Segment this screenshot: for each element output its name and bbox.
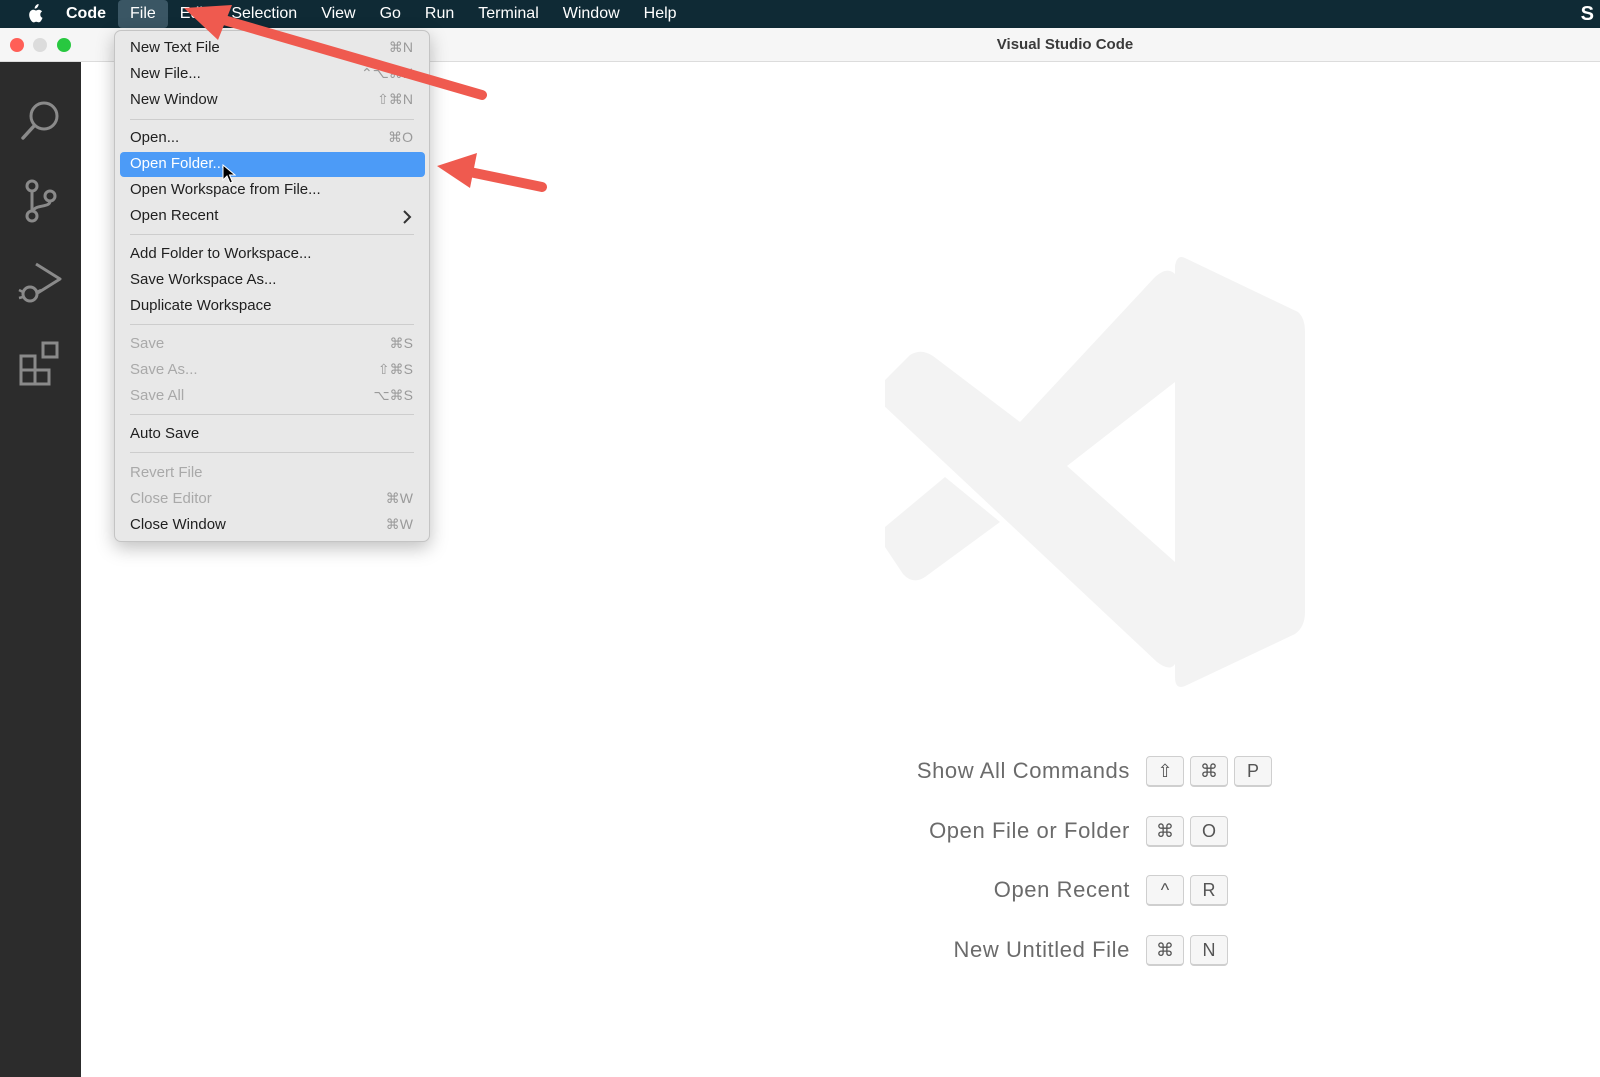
shortcut-label: Open File or Folder: [929, 818, 1130, 843]
menu-item-label: Save All: [130, 387, 185, 404]
menubar-app-name[interactable]: Code: [54, 0, 118, 28]
annotation-arrow-icon: [437, 153, 547, 192]
menu-item-open-workspace-from-file[interactable]: Open Workspace from File...: [120, 178, 425, 203]
extensions-icon[interactable]: [16, 338, 66, 388]
menubar-item-help[interactable]: Help: [632, 0, 689, 28]
shortcut-label: New Untitled File: [953, 937, 1130, 962]
key-cap: P: [1234, 756, 1272, 787]
key-cap: R: [1190, 875, 1228, 906]
shortcut-label: Open Recent: [993, 877, 1130, 902]
key-cap: ⌘: [1146, 935, 1184, 966]
key-cap: ^: [1146, 875, 1184, 906]
menu-item-open-recent[interactable]: Open Recent: [120, 204, 425, 229]
key-cap: ⇧: [1146, 756, 1184, 787]
menu-item-label: Save As...: [130, 361, 198, 378]
menu-separator: [130, 119, 414, 120]
menu-item-label: Save Workspace As...: [130, 271, 277, 288]
menu-item-label: Revert File: [130, 464, 203, 481]
annotation-arrow-icon: [184, 5, 487, 100]
menu-item-duplicate-workspace[interactable]: Duplicate Workspace: [120, 294, 425, 319]
apple-logo-icon[interactable]: [14, 0, 54, 28]
menu-item-label: Auto Save: [130, 425, 200, 442]
menu-item-auto-save[interactable]: Auto Save: [120, 422, 425, 447]
menu-item-shortcut: ⌘W: [385, 516, 413, 532]
search-icon[interactable]: [16, 95, 66, 145]
menu-item-shortcut: ⌘S: [389, 335, 413, 351]
menu-item-open[interactable]: Open... ⌘O: [120, 126, 425, 151]
menu-item-save-as: Save As... ⇧⌘S: [120, 358, 425, 383]
key-cap: N: [1190, 935, 1228, 966]
menu-separator: [130, 414, 414, 415]
menu-item-label: Save: [130, 335, 165, 352]
menubar-item-file[interactable]: File: [118, 0, 168, 28]
shortcut-label: Show All Commands: [916, 758, 1130, 783]
menu-item-close-window[interactable]: Close Window ⌘W: [120, 513, 425, 538]
menu-item-save-workspace-as[interactable]: Save Workspace As...: [120, 268, 425, 293]
shortcut-new-untitled-file[interactable]: New Untitled File ⌘ N: [880, 935, 1300, 967]
mouse-cursor-icon: [222, 164, 236, 184]
menu-item-label: Open Recent: [130, 207, 219, 224]
menu-item-close-editor: Close Editor ⌘W: [120, 487, 425, 512]
shortcut-open-recent[interactable]: Open Recent ^ R: [880, 875, 1300, 907]
activity-bar: [0, 62, 81, 1077]
menu-item-shortcut: ⌘O: [388, 129, 413, 145]
menu-item-add-folder-to-workspace[interactable]: Add Folder to Workspace...: [120, 242, 425, 267]
menu-separator: [130, 324, 414, 325]
vscode-logo-icon: [877, 252, 1325, 692]
run-debug-icon[interactable]: [16, 257, 66, 307]
menu-item-revert-file: Revert File: [120, 461, 425, 486]
menu-item-shortcut: ⌥⌘S: [373, 387, 413, 403]
menu-item-save: Save ⌘S: [120, 332, 425, 357]
menu-item-label: Close Editor: [130, 490, 212, 507]
menu-item-shortcut: ⌘W: [385, 490, 413, 506]
menu-item-shortcut: ⇧⌘S: [377, 361, 413, 377]
menubar-item-window[interactable]: Window: [551, 0, 632, 28]
menu-item-save-all: Save All ⌥⌘S: [120, 384, 425, 409]
menu-item-label: Duplicate Workspace: [130, 297, 272, 314]
key-cap: O: [1190, 816, 1228, 847]
menu-separator: [130, 452, 414, 453]
key-cap: ⌘: [1190, 756, 1228, 787]
shortcut-open-file-or-folder[interactable]: Open File or Folder ⌘ O: [880, 816, 1300, 848]
menu-item-label: Open...: [130, 129, 180, 146]
shortcut-show-all-commands[interactable]: Show All Commands ⇧ ⌘ P: [880, 756, 1300, 788]
key-cap: ⌘: [1146, 816, 1184, 847]
status-app-icon[interactable]: S: [1581, 3, 1594, 26]
chevron-right-icon: [403, 210, 412, 224]
menu-item-label: Close Window: [130, 516, 226, 533]
menu-separator: [130, 234, 414, 235]
menu-item-open-folder[interactable]: Open Folder...: [120, 152, 425, 177]
menu-item-label: Add Folder to Workspace...: [130, 245, 312, 262]
menu-item-label: Open Folder...: [130, 155, 226, 172]
source-control-icon[interactable]: [16, 176, 66, 226]
